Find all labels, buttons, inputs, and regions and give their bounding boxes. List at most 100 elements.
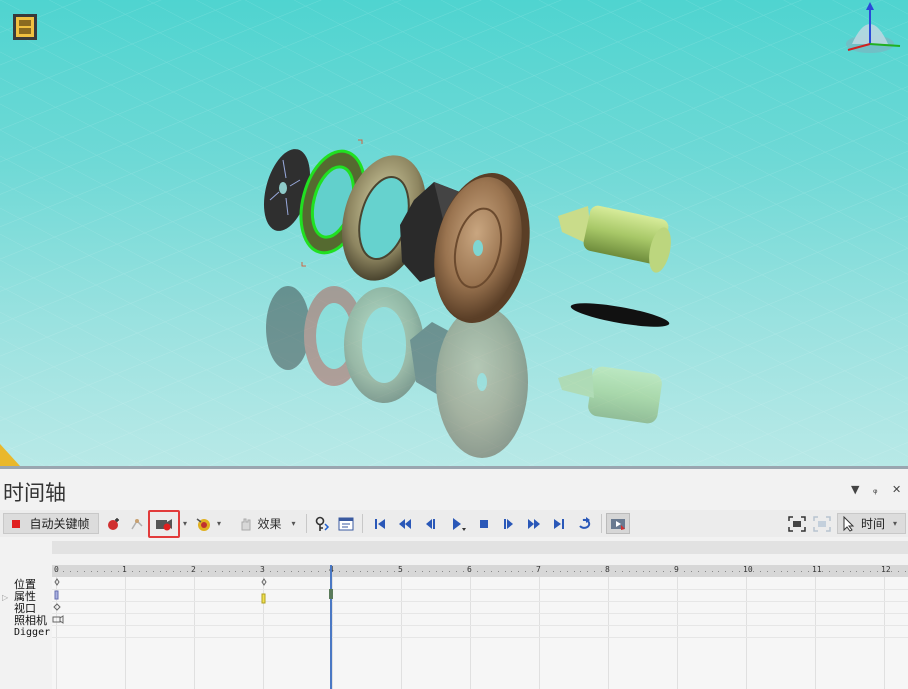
export-video-icon	[611, 518, 625, 530]
ruler-minor-tick	[773, 571, 775, 572]
explode-button[interactable]: ▾	[192, 513, 224, 534]
ruler-minor-tick	[104, 571, 106, 572]
ruler-minor-tick	[338, 571, 340, 572]
ruler-minor-tick	[573, 571, 575, 572]
grid-vertical-line	[470, 577, 471, 689]
step-forward-button[interactable]	[499, 513, 519, 534]
ruler-minor-tick	[476, 571, 478, 572]
step-back-button[interactable]	[420, 513, 440, 534]
ruler-minor-tick	[187, 571, 189, 572]
property-icon	[338, 517, 354, 530]
grid-vertical-line	[815, 577, 816, 689]
property-button[interactable]	[335, 513, 357, 534]
playhead[interactable]	[330, 565, 332, 689]
playhead-marker	[329, 589, 333, 599]
camera-keyframe-dropdown[interactable]: ▾	[180, 513, 188, 534]
ruler-minor-tick	[711, 571, 713, 572]
goto-end-button[interactable]	[549, 513, 569, 534]
ruler-minor-tick	[111, 571, 113, 572]
grid-vertical-line	[608, 577, 609, 689]
ruler-minor-tick	[180, 571, 182, 572]
stop-icon	[480, 519, 488, 528]
ruler-minor-tick	[435, 571, 437, 572]
grid-vertical-line	[401, 577, 402, 689]
zoom-select-button[interactable]	[811, 513, 833, 534]
ruler-minor-tick	[214, 571, 216, 572]
effects-label: 效果	[257, 517, 282, 531]
ruler-minor-tick	[849, 571, 851, 572]
ruler-minor-tick	[90, 571, 92, 572]
ruler-minor-tick	[828, 571, 830, 572]
export-video-button[interactable]	[606, 513, 630, 534]
ruler-minor-tick	[269, 571, 271, 572]
ruler-minor-tick	[97, 571, 99, 572]
ruler-minor-tick	[228, 571, 230, 572]
grid-vertical-line	[194, 577, 195, 689]
add-keyframe-button[interactable]	[104, 513, 124, 534]
ruler-tick-label: 3	[260, 565, 265, 574]
zoom-select-icon	[813, 515, 831, 532]
ruler-minor-tick	[62, 571, 64, 572]
ruler-minor-tick	[780, 571, 782, 572]
play-button[interactable]	[446, 513, 470, 534]
panel-menu-icon[interactable]: ▼	[851, 483, 859, 496]
zoom-fit-button[interactable]	[786, 513, 808, 534]
panel-title: 时间轴	[3, 481, 66, 505]
ruler-minor-tick	[718, 571, 720, 572]
ruler-minor-tick	[690, 571, 692, 572]
grid-vertical-line	[677, 577, 678, 689]
ruler-minor-tick	[511, 571, 513, 572]
ruler-minor-tick	[525, 571, 527, 572]
ruler-minor-tick	[683, 571, 685, 572]
key-filter-button[interactable]	[311, 513, 333, 534]
ruler-minor-tick	[739, 571, 741, 572]
prev-key-button[interactable]	[395, 513, 415, 534]
ruler-minor-tick	[359, 571, 361, 572]
ruler-minor-tick	[235, 571, 237, 572]
timeline-panel: 时间轴 ▼ ᵩ ✕ 自动关键帧 ▾ ▾ 效果 ▾ 时间 ▾ 0 1 2 3 5 …	[0, 469, 908, 689]
close-icon[interactable]: ✕	[892, 483, 901, 496]
pin-icon[interactable]: ᵩ	[873, 483, 878, 496]
loop-icon	[579, 516, 591, 529]
ruler-minor-tick	[614, 571, 616, 572]
next-key-button[interactable]	[524, 513, 544, 534]
stop-button[interactable]	[474, 513, 494, 534]
step-forward-icon	[504, 518, 513, 529]
ruler-minor-tick	[635, 571, 637, 572]
3d-viewport[interactable]	[0, 0, 908, 466]
film-icon[interactable]	[13, 14, 37, 40]
goto-start-icon	[375, 518, 385, 529]
ruler-minor-tick	[566, 571, 568, 572]
timeline-grid[interactable]	[52, 577, 908, 689]
pointer-icon	[843, 515, 855, 532]
toolbar-separator	[362, 514, 363, 533]
ruler-minor-tick	[766, 571, 768, 572]
time-mode-dropdown[interactable]: 时间 ▾	[837, 513, 906, 534]
ruler-minor-tick	[325, 571, 327, 572]
effects-hand-icon	[241, 518, 251, 530]
viewport-key-icon	[53, 603, 61, 611]
time-mode-label: 时间	[861, 517, 886, 531]
ruler-minor-tick	[752, 571, 754, 572]
ruler-minor-tick	[76, 571, 78, 572]
ruler-tick-label: 12	[881, 565, 891, 574]
ruler-minor-tick	[352, 571, 354, 572]
goto-start-button[interactable]	[370, 513, 390, 534]
path-button[interactable]	[126, 513, 148, 534]
auto-keyframe-button[interactable]: 自动关键帧	[3, 513, 99, 534]
ruler-minor-tick	[649, 571, 651, 572]
camera-keyframe-button[interactable]	[148, 510, 180, 538]
keyframe-markers-3s[interactable]	[259, 577, 269, 607]
ruler-tick-label: 7	[536, 565, 541, 574]
position-keyframe	[261, 578, 267, 586]
ruler-minor-tick	[759, 571, 761, 572]
zoom-fit-icon	[788, 515, 806, 532]
expand-arrow-icon[interactable]: ▷	[2, 593, 8, 602]
loop-button[interactable]	[574, 513, 596, 534]
ruler-minor-tick	[697, 571, 699, 572]
ruler-minor-tick	[621, 571, 623, 572]
grid-vertical-line	[125, 577, 126, 689]
ruler-minor-tick	[297, 571, 299, 572]
effects-button[interactable]: 效果 ▾	[232, 513, 302, 534]
ruler-minor-tick	[504, 571, 506, 572]
